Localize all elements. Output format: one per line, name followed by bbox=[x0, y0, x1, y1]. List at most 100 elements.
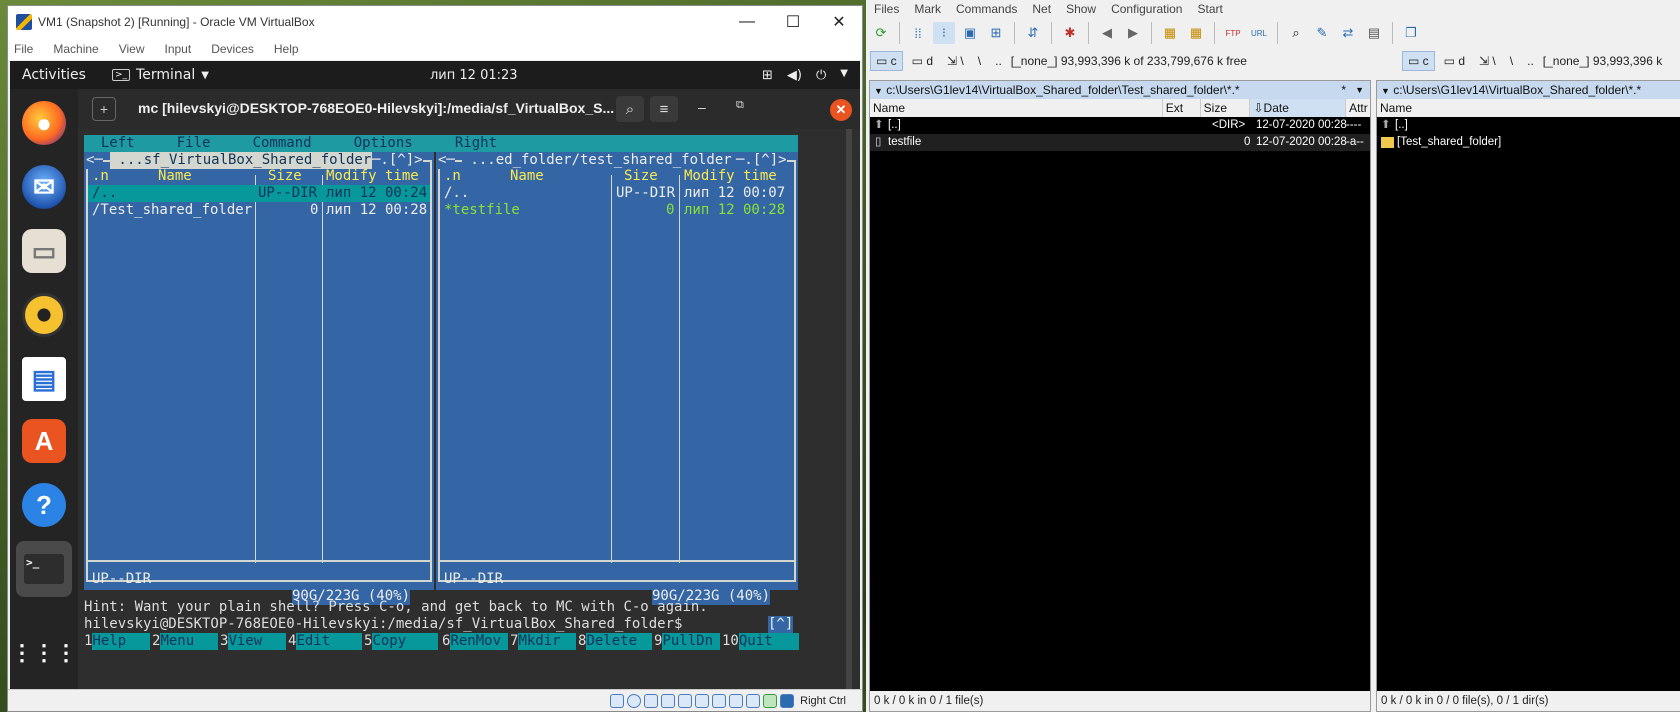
file-time[interactable]: лип 12 00:07 bbox=[684, 185, 785, 202]
drive-d-button[interactable]: ▭ d bbox=[1439, 52, 1470, 70]
col-header[interactable]: Name bbox=[510, 168, 544, 185]
mc-right-panel[interactable]: <─ ...ed_folder/test_shared_folder ─.[^]… bbox=[436, 152, 798, 605]
new-tab-button[interactable]: + bbox=[92, 97, 116, 121]
mc-left-panel[interactable]: <─ ...sf_VirtualBox_Shared_folder ─.[^]>… bbox=[84, 152, 434, 605]
col-ext[interactable]: Ext bbox=[1163, 99, 1201, 117]
parent-button[interactable]: .. bbox=[990, 52, 1007, 70]
show-applications-icon[interactable]: ⋮⋮⋮ bbox=[11, 631, 77, 675]
file-name[interactable]: /.. bbox=[444, 185, 469, 202]
icons-view-icon[interactable]: ⁞⁞ bbox=[907, 22, 929, 44]
sync-dirs-icon[interactable]: ⇄ bbox=[1337, 22, 1359, 44]
close-button[interactable]: ✕ bbox=[830, 99, 852, 121]
thunderbird-icon[interactable]: ✉ bbox=[22, 165, 66, 209]
guest-screen[interactable]: Activities >_ Terminal ▼ лип 12 01:23 ⊞ … bbox=[10, 61, 860, 691]
fkey-help[interactable]: 1Help bbox=[84, 633, 151, 650]
cpu-icon[interactable] bbox=[746, 693, 761, 708]
refresh-icon[interactable]: ⟳ bbox=[870, 22, 892, 44]
close-button[interactable]: ✕ bbox=[816, 6, 862, 38]
files-icon[interactable]: ▭ bbox=[22, 229, 66, 273]
col-header[interactable]: Name bbox=[158, 168, 192, 185]
terminal-body[interactable]: Left File Command Options Right <─ ...sf… bbox=[78, 129, 860, 691]
forward-icon[interactable]: ▶ bbox=[1122, 22, 1144, 44]
tc-menu-files[interactable]: Files bbox=[874, 2, 899, 16]
tc-right-panel[interactable]: ▼ c:\Users\G1lev14\VirtualBox_Shared_fol… bbox=[1376, 80, 1680, 712]
col-header[interactable]: .n bbox=[92, 168, 109, 185]
display-icon[interactable] bbox=[712, 693, 727, 708]
root-button[interactable]: \ bbox=[1505, 52, 1518, 70]
table-row[interactable]: ⬆ [..] <DIR> 12-07-2020 00:28 ---- bbox=[870, 117, 1370, 134]
menu-file[interactable]: File bbox=[14, 42, 33, 56]
root-button[interactable]: \ bbox=[973, 52, 986, 70]
terminal-scrollbar[interactable] bbox=[846, 129, 852, 691]
fkey-edit[interactable]: 4Edit bbox=[288, 633, 363, 650]
libreoffice-writer-icon[interactable]: ▤ bbox=[22, 357, 66, 401]
file-time[interactable]: лип 12 00:28 bbox=[684, 202, 785, 219]
usb-icon[interactable] bbox=[678, 693, 693, 708]
tc-left-panel[interactable]: ▼ c:\Users\G1lev14\VirtualBox_Shared_fol… bbox=[869, 80, 1371, 712]
fkey-pulldn[interactable]: 9PullDn bbox=[654, 633, 721, 650]
table-row[interactable]: [Test_shared_folder] bbox=[1377, 134, 1680, 151]
list-view-icon[interactable]: ⁝ bbox=[933, 22, 955, 44]
col-name[interactable]: Name bbox=[870, 99, 1163, 117]
panel-header-right-arrow[interactable]: ─.[^]> bbox=[736, 152, 787, 169]
back-icon[interactable]: ◀ bbox=[1096, 22, 1118, 44]
file-name[interactable]: /Test_shared_folder bbox=[92, 202, 252, 219]
ftp-icon[interactable]: FTP bbox=[1222, 22, 1244, 44]
file-name[interactable]: /.. bbox=[92, 185, 117, 202]
tc-menu-show[interactable]: Show bbox=[1066, 2, 1096, 16]
video-capture-icon[interactable] bbox=[729, 693, 744, 708]
fkey-mkdir[interactable]: 7Mkdir bbox=[510, 633, 577, 650]
tc-menu-net[interactable]: Net bbox=[1032, 2, 1051, 16]
col-header[interactable]: Size bbox=[268, 168, 302, 185]
minimize-button[interactable]: – bbox=[698, 99, 706, 115]
panel-header-right-arrow[interactable]: ─.[^]> bbox=[372, 152, 423, 169]
copy-names-icon[interactable]: ❐ bbox=[1400, 22, 1422, 44]
menu-input[interactable]: Input bbox=[165, 42, 192, 56]
file-time[interactable]: лип 12 00:24 bbox=[326, 185, 427, 202]
fkey-quit[interactable]: 10Quit bbox=[722, 633, 799, 650]
col-header[interactable]: .n bbox=[444, 168, 461, 185]
col-header[interactable]: Size bbox=[624, 168, 658, 185]
network-drive-button[interactable]: ⇲ \ bbox=[1474, 52, 1501, 70]
hamburger-menu-button[interactable]: ≡ bbox=[650, 96, 678, 122]
mouse-integration-icon[interactable] bbox=[763, 693, 778, 708]
file-time[interactable]: лип 12 00:28 bbox=[326, 202, 427, 219]
maximize-button[interactable]: ⧉ bbox=[736, 99, 744, 112]
tc-left-path[interactable]: ▼ c:\Users\G1lev14\VirtualBox_Shared_fol… bbox=[870, 81, 1370, 99]
fkey-copy[interactable]: 5Copy bbox=[364, 633, 439, 650]
multi-rename-icon[interactable]: ✎ bbox=[1311, 22, 1333, 44]
parent-button[interactable]: .. bbox=[1522, 52, 1539, 70]
panel-header-left-arrow[interactable]: <─ bbox=[438, 152, 455, 169]
panel-header-left-arrow[interactable]: <─ bbox=[86, 152, 103, 169]
optical-drive-icon[interactable] bbox=[627, 693, 642, 708]
terminal-dock-icon[interactable]: >_ bbox=[16, 541, 72, 597]
fkey-view[interactable]: 3View bbox=[220, 633, 287, 650]
app-menu[interactable]: >_ Terminal ▼ bbox=[112, 67, 209, 83]
url-icon[interactable]: URL bbox=[1248, 22, 1270, 44]
tc-menu-mark[interactable]: Mark bbox=[914, 2, 941, 16]
firefox-icon[interactable]: ● bbox=[22, 101, 66, 145]
col-attr[interactable]: Attr bbox=[1346, 99, 1370, 117]
tc-menu-start[interactable]: Start bbox=[1197, 2, 1222, 16]
filter-icon[interactable]: * bbox=[1341, 81, 1346, 99]
notepad-icon[interactable]: ▤ bbox=[1363, 22, 1385, 44]
tc-menu-configuration[interactable]: Configuration bbox=[1111, 2, 1182, 16]
network-icon[interactable] bbox=[661, 693, 676, 708]
compare-icon[interactable]: ⇵ bbox=[1022, 22, 1044, 44]
left-panel-path[interactable]: ...sf_VirtualBox_Shared_folder bbox=[110, 152, 380, 169]
drive-c-button[interactable]: ▭ c bbox=[870, 51, 903, 71]
shell-scroll-marker[interactable]: [^] bbox=[768, 616, 794, 633]
maximize-button[interactable]: ☐ bbox=[770, 6, 816, 38]
file-name[interactable]: *testfile bbox=[444, 202, 520, 219]
drive-d-button[interactable]: ▭ d bbox=[907, 52, 938, 70]
col-header[interactable]: Modify time bbox=[326, 168, 419, 185]
rhythmbox-icon[interactable] bbox=[22, 293, 66, 337]
file-size[interactable]: 0 bbox=[666, 202, 674, 219]
file-size[interactable]: 0 bbox=[310, 202, 318, 219]
col-name[interactable]: Name bbox=[1377, 99, 1677, 117]
shell-prompt[interactable]: hilevskyi@DESKTOP-768EOE0-Hilevskyi:/med… bbox=[84, 616, 682, 633]
drive-c-button[interactable]: ▭ c bbox=[1402, 51, 1435, 71]
menu-help[interactable]: Help bbox=[274, 42, 299, 56]
shared-folders-icon[interactable] bbox=[695, 693, 710, 708]
file-size[interactable]: UP--DIR bbox=[616, 185, 675, 202]
